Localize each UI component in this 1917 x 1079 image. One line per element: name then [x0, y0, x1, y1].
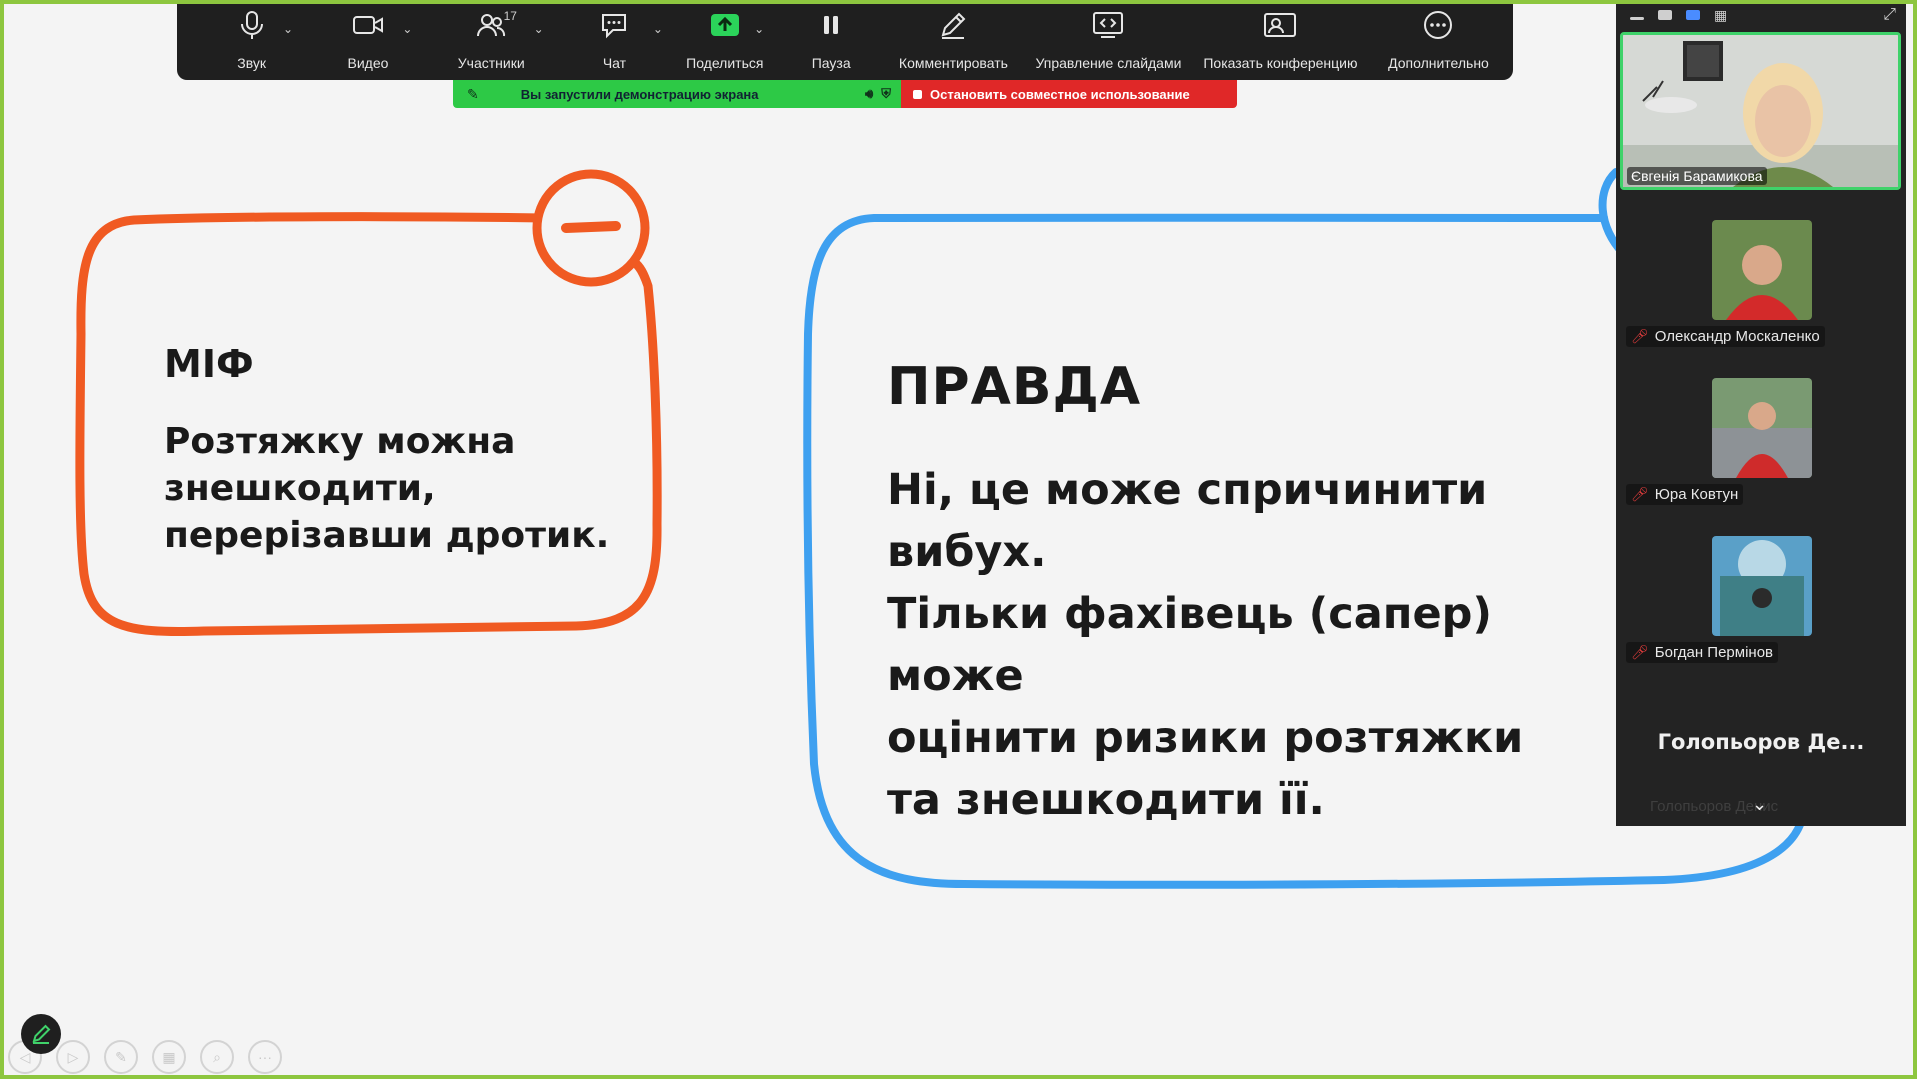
participant-video — [1712, 378, 1812, 478]
share-banner: ✎ Вы запустили демонстрацию экрана 🔊︎ ⛨ … — [453, 80, 1237, 108]
share-status-message: Вы запустили демонстрацию экрана — [520, 86, 759, 102]
myth-line: перерізавши дротик. — [164, 515, 610, 556]
meeting-toolbar: ⌄ Звук ⌄ Видео 17 ⌄ Участники ⌄ Чат ⌄ По… — [177, 0, 1513, 80]
stop-icon — [913, 89, 922, 99]
share-button[interactable]: ⌄ Поделиться — [674, 0, 775, 80]
participant-video — [1712, 536, 1812, 636]
chevron-down-icon[interactable]: ⌄ — [283, 22, 293, 36]
myth-line: Розтяжку можна — [164, 421, 516, 462]
myth-text: Розтяжку можна знешкодити, перерізавши д… — [164, 418, 644, 559]
myth-line: знешкодити, — [164, 468, 436, 509]
pause-button[interactable]: Пауза — [776, 0, 887, 80]
panel-controls: ▦ ⤢ — [1616, 0, 1906, 30]
participant-tile[interactable]: 🎤︎ Юра Ковтун — [1616, 368, 1906, 518]
more-icon — [1423, 0, 1453, 50]
speaker-view-icon[interactable] — [1658, 10, 1672, 20]
microphone-icon — [239, 0, 265, 50]
participant-video — [1712, 220, 1812, 320]
slides-grid-icon[interactable]: ▦ — [152, 1040, 186, 1074]
show-meeting-button[interactable]: Показать конференцию — [1197, 0, 1364, 80]
draw-icon[interactable]: ✎ — [104, 1040, 138, 1074]
participants-icon — [476, 0, 506, 50]
chat-button[interactable]: ⌄ Чат — [555, 0, 674, 80]
more-options-icon[interactable]: ··· — [248, 1040, 282, 1074]
annotate-label: Комментировать — [898, 55, 1008, 71]
muted-mic-icon: 🎤︎ — [1631, 486, 1649, 502]
annotate-pen-button[interactable] — [21, 1014, 61, 1054]
more-label: Дополнительно — [1388, 55, 1489, 71]
truth-line: Ні, це може спричинити вибух. — [887, 465, 1488, 577]
participants-count: 17 — [503, 9, 517, 23]
audio-label: Звук — [237, 55, 267, 71]
active-speaker-tile[interactable]: Євгенія Барамикова — [1620, 32, 1901, 190]
chevron-down-icon[interactable]: ⌄ — [534, 22, 544, 36]
slides-control-icon — [1091, 0, 1125, 50]
stop-share-label: Остановить совместное использование — [930, 86, 1190, 102]
share-label: Поделиться — [686, 55, 764, 71]
minimize-icon[interactable] — [1630, 16, 1644, 20]
video-label: Видео — [347, 55, 389, 71]
participant-label: 🎤︎ Юра Ковтун — [1626, 484, 1744, 505]
strip-view-icon[interactable] — [1686, 10, 1700, 20]
myth-title: МІФ — [164, 342, 254, 386]
video-camera-icon — [352, 0, 384, 50]
truth-title: ПРАВДА — [887, 357, 1142, 417]
show-meeting-icon — [1263, 0, 1297, 50]
chevron-down-icon[interactable]: ⌄ — [1752, 794, 1767, 815]
video-panel: ▦ ⤢ Євгенія Барамикова 🎤︎ Олександр Моск… — [1616, 0, 1906, 826]
truth-line: Тільки фахівець (сапер) може — [887, 589, 1493, 701]
pencil-icon — [32, 1024, 51, 1044]
chevron-down-icon[interactable]: ⌄ — [402, 22, 412, 36]
muted-mic-icon: 🎤︎ — [1631, 328, 1649, 344]
audio-button[interactable]: ⌄ Звук — [195, 0, 308, 80]
next-icon[interactable]: ▷ — [56, 1040, 90, 1074]
chevron-down-icon[interactable]: ⌄ — [754, 22, 764, 36]
chat-icon — [599, 0, 629, 50]
participant-label: 🎤︎ Олександр Москаленко — [1626, 326, 1825, 347]
participant-name: Юра Ковтун — [1654, 486, 1739, 503]
muted-mic-icon: 🎤︎ — [1631, 644, 1649, 660]
speaker-icon: 🔊︎ — [865, 86, 874, 101]
video-button[interactable]: ⌄ Видео — [308, 0, 427, 80]
participant-label: 🎤︎ Богдан Пермінов — [1626, 642, 1779, 663]
truth-text: Ні, це може спричинити вибух. Тільки фах… — [887, 459, 1627, 831]
participant-name-no-video[interactable]: Голопьоров Де... — [1616, 730, 1906, 754]
participant-name: Олександр Москаленко — [1654, 328, 1820, 345]
shield-icon: ⛨ — [881, 86, 891, 101]
participants-button[interactable]: 17 ⌄ Участники — [428, 0, 555, 80]
share-screen-icon — [710, 0, 740, 50]
pencil-icon — [938, 0, 968, 50]
truth-line: оцінити ризики розтяжки — [887, 713, 1524, 763]
slide-control-label: Управление слайдами — [1035, 55, 1182, 71]
chat-label: Чат — [602, 55, 627, 71]
pause-label: Пауза — [811, 55, 851, 71]
participant-name: Богдан Пермінов — [1654, 644, 1774, 661]
participants-label: Участники — [457, 55, 525, 71]
slide-control-button[interactable]: Управление слайдами — [1020, 0, 1197, 80]
participant-tile[interactable]: 🎤︎ Богдан Пермінов — [1616, 526, 1906, 676]
chevron-down-icon[interactable]: ⌄ — [653, 22, 663, 36]
participant-tile[interactable]: 🎤︎ Олександр Москаленко — [1616, 210, 1906, 360]
grid-view-icon[interactable]: ▦ — [1714, 7, 1727, 24]
active-speaker-name: Євгенія Барамикова — [1627, 167, 1767, 185]
zoom-icon[interactable]: ⌕ — [200, 1040, 234, 1074]
stop-share-button[interactable]: Остановить совместное использование — [901, 80, 1237, 108]
expand-icon[interactable]: ⤢ — [1883, 6, 1896, 24]
show-meeting-label: Показать конференцию — [1203, 55, 1358, 71]
annotate-button[interactable]: Комментировать — [887, 0, 1020, 80]
share-status: ✎ Вы запустили демонстрацию экрана 🔊︎ ⛨ — [453, 80, 901, 108]
more-button[interactable]: Дополнительно — [1364, 0, 1513, 80]
pause-icon — [821, 0, 841, 50]
speaker-video — [1623, 35, 1898, 187]
truth-line: та знешкодити її. — [887, 775, 1325, 825]
grip-icon[interactable]: ✎ — [467, 86, 479, 103]
